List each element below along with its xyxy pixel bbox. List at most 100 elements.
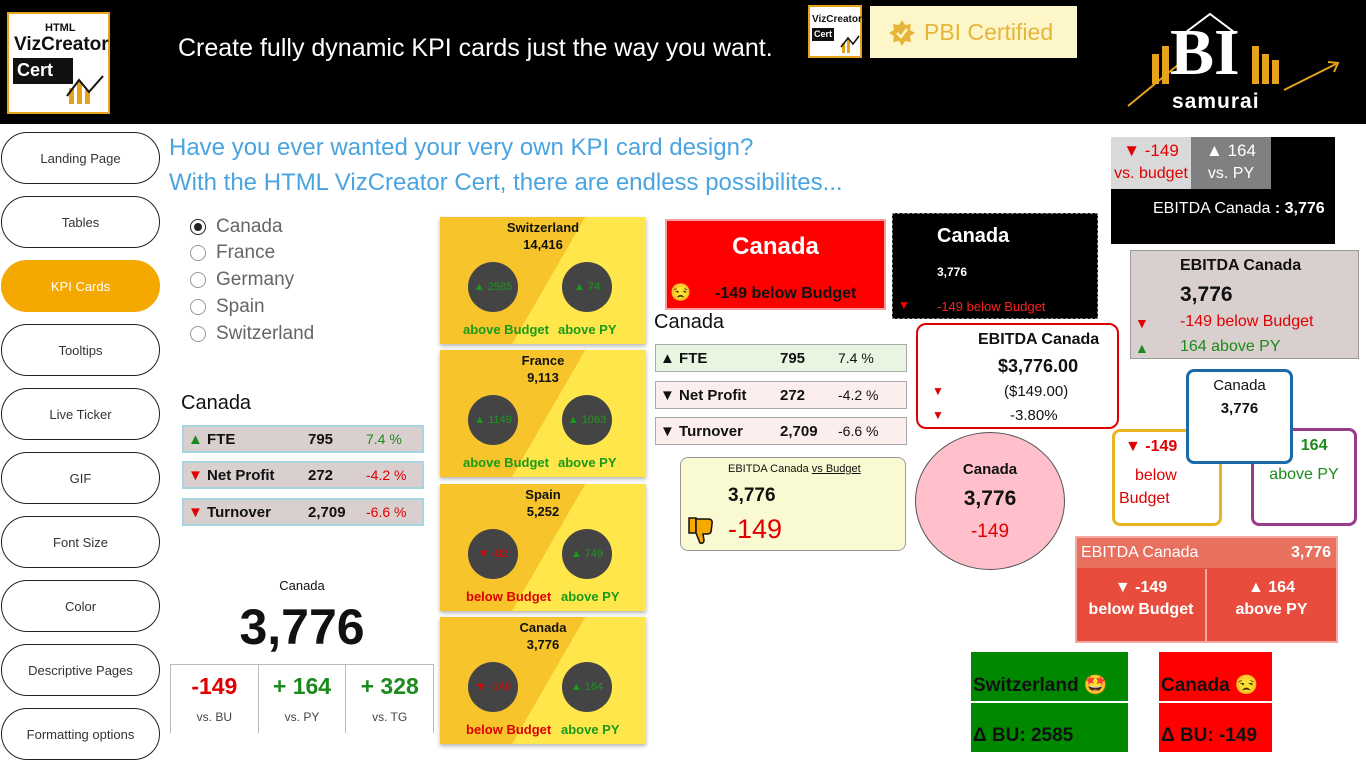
- row-pct: -6.6 %: [366, 504, 407, 520]
- card-title: EBITDA Canada: [978, 331, 1100, 348]
- nav-descriptive-pages[interactable]: Descriptive Pages: [1, 644, 160, 696]
- country-radio-canada[interactable]: Canada: [190, 214, 283, 240]
- nav-font-size[interactable]: Font Size: [1, 516, 160, 568]
- title-text: EBITDA Canada: [728, 463, 809, 475]
- nav-label: GIF: [69, 470, 92, 486]
- brand-samurai: samurai: [1172, 90, 1260, 113]
- py-circle: ▲ 164: [562, 662, 612, 712]
- box-label2: Budget: [1119, 490, 1170, 507]
- country-radio-germany[interactable]: Germany: [190, 267, 294, 293]
- card-text: -149 below Budget: [715, 285, 857, 302]
- card-line2: 164 above PY: [1180, 338, 1281, 355]
- nav-label: Formatting options: [26, 726, 135, 742]
- left-delta: ▼ -149: [1114, 579, 1168, 596]
- box-delta: ▼ -149: [1125, 438, 1178, 455]
- bu-box: ▼ -149 vs. budget: [1111, 137, 1191, 189]
- row-name: FTE: [679, 349, 708, 367]
- flag-delta: Δ BU: 2585: [973, 725, 1074, 746]
- nav-tables[interactable]: Tables: [1, 196, 160, 248]
- card-value: 3,776: [963, 487, 1017, 510]
- footer-value: 3,776: [1284, 200, 1325, 217]
- yellow-card-spain: Spain 5,252 ▼ -82 ▲ 749 below Budget abo…: [440, 484, 646, 611]
- card-value: 9,113: [527, 370, 559, 385]
- footer-label: EBITDA Canada: [1153, 200, 1271, 217]
- card-line1: ($149.00): [1004, 383, 1069, 400]
- row-pct: -4.2 %: [366, 467, 407, 483]
- down-arrow-icon: ▼: [188, 466, 203, 484]
- row-name: Net Profit: [207, 466, 275, 484]
- unamused-face-icon: 😒: [670, 283, 692, 302]
- cell-label: vs. BU: [196, 710, 232, 724]
- row-name: Net Profit: [679, 386, 747, 404]
- row-name: Turnover: [207, 503, 271, 521]
- row-pct: 7.4 %: [366, 431, 402, 447]
- down-arrow-icon: ▼: [660, 422, 675, 440]
- box-label1: below: [1135, 467, 1177, 484]
- nav-label: Font Size: [53, 534, 108, 550]
- py-circle: ▲ 74: [562, 262, 612, 312]
- py-circle: ▲ 1063: [562, 395, 612, 445]
- row-name: FTE: [207, 430, 236, 448]
- star-struck-face-icon: 🤩: [1083, 675, 1108, 696]
- up-arrow-icon: ▲: [1135, 340, 1149, 356]
- card-value: 3,776: [526, 637, 560, 652]
- flag-name: Canada: [1161, 675, 1230, 696]
- mid-table-title: Canada: [654, 311, 725, 333]
- black-kpi-card: Canada 3,776 ▼ -149 below Budget: [892, 213, 1098, 319]
- card-title: Canada: [937, 225, 1010, 247]
- card-name: France: [521, 353, 565, 368]
- nav-live-ticker[interactable]: Live Ticker: [1, 388, 160, 440]
- certified-label: PBI Certified: [924, 19, 1054, 45]
- right-delta: ▲ 164: [1248, 579, 1295, 596]
- table-row: ▲ FTE 795 7.4 %: [182, 425, 424, 453]
- ebitda-gray-card: EBITDA Canada 3,776 ▼ -149 below Budget …: [1130, 250, 1359, 359]
- nav-formatting-options[interactable]: Formatting options: [1, 708, 160, 760]
- py-label: above PY: [561, 722, 620, 737]
- row-value: 795: [780, 349, 806, 367]
- bu-circle: ▼ -82: [468, 529, 518, 579]
- card-value: 3,776: [1180, 283, 1233, 306]
- vizcreator-logo: HTML VizCreator Cert: [7, 12, 110, 114]
- card-footer: EBITDA Canada : 3,776: [1153, 200, 1325, 217]
- down-arrow-icon: ▼: [932, 384, 944, 398]
- py-label: above PY: [561, 589, 620, 604]
- down-arrow-icon: ▼: [188, 503, 203, 521]
- flag-canada-delta: Δ BU: -149: [1159, 703, 1272, 752]
- nav-gif[interactable]: GIF: [1, 452, 160, 504]
- flag-title: Switzerland 🤩: [973, 673, 1108, 697]
- card-value: 3,776: [937, 265, 968, 279]
- py-box: ▲ 164 vs. PY: [1191, 137, 1271, 189]
- country-radio-spain[interactable]: Spain: [190, 294, 265, 320]
- thumbs-down-icon: [688, 517, 713, 544]
- card-title: EBITDA Canada: [1180, 257, 1302, 274]
- card-line1: -149 below Budget: [1180, 313, 1314, 330]
- card-name: Canada: [519, 620, 567, 635]
- country-radio-switzerland[interactable]: Switzerland: [190, 321, 314, 347]
- nav-label: Tooltips: [58, 342, 103, 358]
- nav-tooltips[interactable]: Tooltips: [1, 324, 160, 376]
- country-radio-france[interactable]: France: [190, 240, 275, 266]
- row-value: 272: [780, 386, 806, 404]
- card-line2: -3.80%: [1010, 407, 1058, 424]
- radio-label: Spain: [216, 296, 265, 317]
- certified-star-icon: [889, 20, 915, 46]
- bu-circle: ▲ 2585: [468, 262, 518, 312]
- nav-landing-page[interactable]: Landing Page: [1, 132, 160, 184]
- card-title: EBITDA Canada vs Budget: [728, 463, 861, 475]
- row-pct: 7.4 %: [838, 350, 874, 366]
- card-value: 3,776: [1291, 544, 1332, 561]
- down-arrow-icon: ▼: [1135, 315, 1149, 331]
- nav-label: Tables: [61, 214, 100, 230]
- yellow-card-canada: Canada 3,776 ▼ -149 ▲ 164 below Budget a…: [440, 617, 646, 744]
- card-value: $3,776.00: [998, 356, 1079, 376]
- nav-label: Descriptive Pages: [28, 662, 133, 678]
- card-delta: -149: [970, 521, 1010, 542]
- card-value: 14,416: [523, 237, 563, 252]
- chart-hand-small-icon: [840, 35, 860, 53]
- nav-kpi-cards[interactable]: KPI Cards: [1, 260, 160, 312]
- ebitda-red-card: EBITDA Canada 3,776 ▼ -149 below Budget …: [1075, 536, 1338, 643]
- nav-color[interactable]: Color: [1, 580, 160, 632]
- bu-label: vs. budget: [1114, 165, 1188, 182]
- pink-circle-card: Canada 3,776 -149: [915, 432, 1065, 570]
- logo-small-line3: Cert: [812, 28, 835, 41]
